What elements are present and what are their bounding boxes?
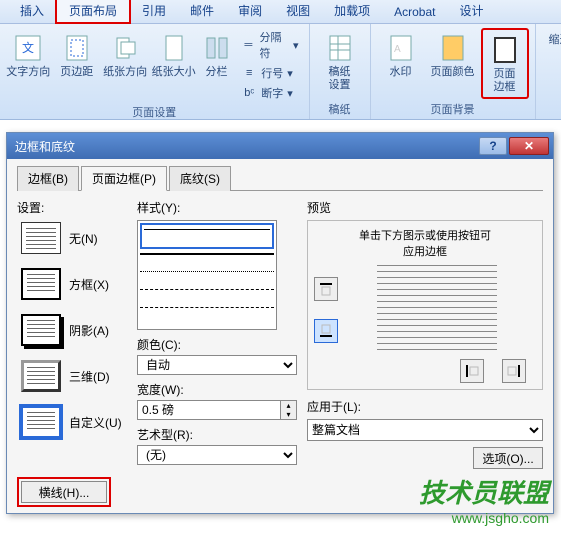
tab-design[interactable]: 设计 — [447, 0, 495, 23]
page-color-icon — [437, 32, 469, 64]
line-numbers-button[interactable]: ≡行号▾ — [237, 64, 302, 82]
columns-button[interactable]: 分栏 — [200, 28, 233, 102]
tab-view[interactable]: 视图 — [274, 0, 322, 23]
width-select[interactable]: 0.5 磅 — [137, 400, 281, 420]
breaks-button[interactable]: ═分隔符▾ — [237, 28, 302, 62]
tab-shading[interactable]: 底纹(S) — [169, 166, 231, 191]
close-button[interactable]: ✕ — [509, 137, 549, 155]
setting-custom-icon — [21, 406, 61, 438]
paper-icon — [324, 32, 356, 64]
group-paper: 稿纸 设置 稿纸 — [310, 24, 371, 119]
page-border-button[interactable]: 页面 边框 — [481, 28, 529, 99]
size-icon — [158, 32, 190, 64]
setting-box[interactable]: 方框(X) — [21, 268, 127, 300]
group-label-page-setup: 页面设置 — [6, 104, 303, 120]
setting-none[interactable]: 无(N) — [21, 222, 127, 254]
line-numbers-icon: ≡ — [241, 65, 257, 81]
tab-page-layout[interactable]: 页面布局 — [56, 0, 130, 23]
art-label: 艺术型(R): — [137, 426, 297, 443]
apply-label: 应用于(L): — [307, 400, 361, 414]
border-top-btn[interactable] — [314, 277, 338, 301]
setting-box-icon — [21, 268, 61, 300]
setting-shadow[interactable]: 阴影(A) — [21, 314, 127, 346]
watermark-icon: A — [385, 32, 417, 64]
orientation-icon — [109, 32, 141, 64]
group-background: A 水印 页面颜色 页面 边框 页面背景 — [371, 24, 536, 119]
help-button[interactable]: ? — [479, 137, 507, 155]
apply-select[interactable]: 整篇文档 — [307, 419, 543, 441]
text-direction-button[interactable]: 文 文字方向 — [6, 28, 50, 102]
tab-acrobat[interactable]: Acrobat — [382, 1, 447, 23]
margins-icon — [61, 32, 93, 64]
margins-button[interactable]: 页边距 — [54, 28, 98, 102]
ribbon-body: 文 文字方向 页边距 纸张方向 纸张大小 分栏 ═分隔符▾ ≡行号▾ — [0, 24, 561, 120]
border-right-btn[interactable] — [502, 359, 526, 383]
tab-mailings[interactable]: 邮件 — [178, 0, 226, 23]
breaks-icon: ═ — [241, 37, 255, 53]
tab-border[interactable]: 边框(B) — [17, 166, 79, 191]
tab-page-border[interactable]: 页面边框(P) — [81, 166, 167, 191]
hyphenation-button[interactable]: bᶜ断字▾ — [237, 84, 302, 102]
svg-text:文: 文 — [22, 40, 34, 55]
horiz-line-highlight: 横线(H)... — [17, 477, 111, 507]
columns-icon — [201, 32, 233, 64]
text-direction-icon: 文 — [12, 32, 44, 64]
style-label: 样式(Y): — [137, 199, 297, 216]
options-button[interactable]: 选项(O)... — [473, 447, 543, 469]
page-color-button[interactable]: 页面颜色 — [429, 28, 477, 99]
borders-shading-dialog: 边框和底纹 ? ✕ 边框(B) 页面边框(P) 底纹(S) 设置: 无(N) 方… — [6, 132, 554, 514]
paper-settings-button[interactable]: 稿纸 设置 — [316, 28, 364, 99]
dialog-title: 边框和底纹 — [15, 138, 75, 155]
setting-3d-icon — [21, 360, 61, 392]
size-button[interactable]: 纸张大小 — [151, 28, 195, 102]
setting-3d[interactable]: 三维(D) — [21, 360, 127, 392]
border-left-btn[interactable] — [460, 359, 484, 383]
color-select[interactable]: 自动 — [137, 355, 297, 375]
dialog-tabs: 边框(B) 页面边框(P) 底纹(S) — [17, 165, 543, 191]
style-listbox[interactable] — [137, 220, 277, 330]
ribbon-tabs: 插入 页面布局 引用 邮件 审阅 视图 加载项 Acrobat 设计 — [0, 0, 561, 24]
width-down[interactable]: ▾ — [281, 410, 296, 419]
tab-review[interactable]: 审阅 — [226, 0, 274, 23]
watermark-button[interactable]: A 水印 — [377, 28, 425, 99]
horizontal-line-button[interactable]: 横线(H)... — [21, 481, 107, 503]
hyphenation-icon: bᶜ — [241, 85, 257, 101]
page-border-icon — [489, 34, 521, 66]
page-preview[interactable] — [346, 265, 528, 355]
dialog-titlebar: 边框和底纹 ? ✕ — [7, 133, 553, 159]
settings-label: 设置: — [17, 199, 127, 216]
width-label: 宽度(W): — [137, 381, 297, 398]
setting-shadow-icon — [21, 314, 61, 346]
preview-label: 预览 — [307, 199, 543, 216]
orientation-button[interactable]: 纸张方向 — [103, 28, 147, 102]
border-bottom-btn[interactable] — [314, 319, 338, 343]
setting-custom[interactable]: 自定义(U) — [21, 406, 127, 438]
preview-hint: 单击下方图示或使用按钮可 应用边框 — [314, 227, 536, 259]
svg-text:A: A — [394, 44, 401, 55]
tab-references[interactable]: 引用 — [130, 0, 178, 23]
group-label-background: 页面背景 — [377, 101, 529, 117]
group-label-paper: 稿纸 — [316, 101, 364, 117]
tab-insert[interactable]: 插入 — [8, 0, 56, 23]
preview-box: 单击下方图示或使用按钮可 应用边框 — [307, 220, 543, 390]
art-select[interactable]: (无) — [137, 445, 297, 465]
width-up[interactable]: ▴ — [281, 401, 296, 410]
indent-button[interactable]: 缩进 — [542, 28, 561, 115]
group-page-setup: 文 文字方向 页边距 纸张方向 纸张大小 分栏 ═分隔符▾ ≡行号▾ — [0, 24, 310, 119]
group-indent: 缩进 — [536, 24, 561, 119]
color-label: 颜色(C): — [137, 336, 297, 353]
setting-none-icon — [21, 222, 61, 254]
tab-addins[interactable]: 加载项 — [322, 0, 382, 23]
